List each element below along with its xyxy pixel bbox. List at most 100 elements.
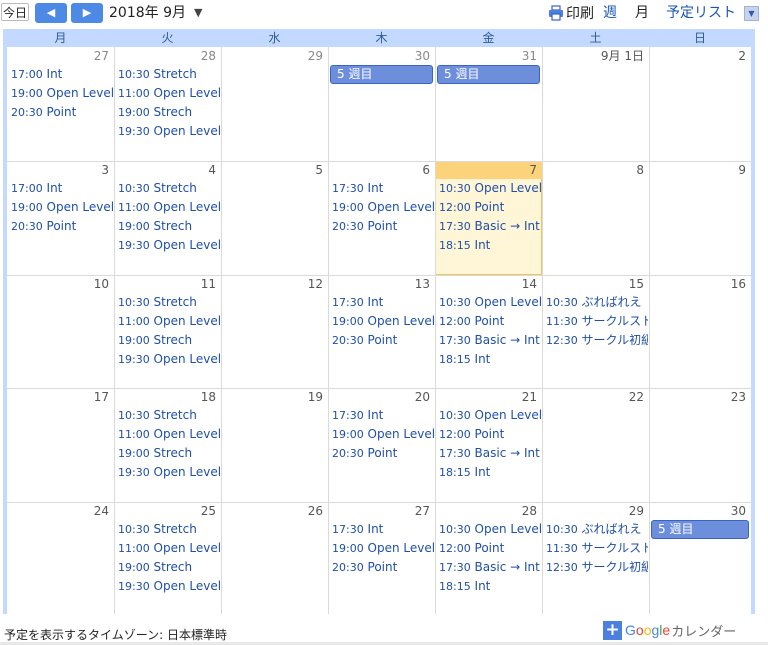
event-item[interactable]: 17:30 Int <box>332 179 434 198</box>
event-item[interactable]: 11:30 サークルスト <box>546 312 648 331</box>
day-number[interactable]: 28 <box>435 502 537 520</box>
day-number[interactable]: 12 <box>221 275 323 293</box>
day-number[interactable]: 14 <box>435 275 537 293</box>
event-item[interactable]: 19:00 Strech <box>118 103 220 122</box>
day-number[interactable]: 8 <box>542 161 644 179</box>
day-number[interactable]: 2 <box>649 47 746 65</box>
allday-event[interactable]: 5 週目 <box>437 65 540 84</box>
event-item[interactable]: 17:30 Basic → Int <box>439 558 541 577</box>
event-item[interactable]: 12:00 Point <box>439 312 541 331</box>
event-item[interactable]: 11:00 Open Level <box>118 312 220 331</box>
day-number[interactable]: 4 <box>114 161 216 179</box>
day-number[interactable]: 9月 1日 <box>542 47 644 65</box>
event-item[interactable]: 17:30 Int <box>332 293 434 312</box>
event-item[interactable]: 11:00 Open Level <box>118 198 220 217</box>
day-number[interactable]: 21 <box>435 388 537 406</box>
event-item[interactable]: 10:30 ぶればれえ <box>546 520 648 539</box>
event-item[interactable]: 20:30 Point <box>11 217 113 236</box>
event-item[interactable]: 19:00 Open Level <box>11 198 113 217</box>
day-number[interactable]: 29 <box>542 502 644 520</box>
event-item[interactable]: 10:30 Open Level <box>439 406 541 425</box>
event-item[interactable]: 19:00 Open Level <box>332 198 434 217</box>
event-item[interactable]: 19:00 Open Level <box>332 425 434 444</box>
event-item[interactable]: 20:30 Point <box>332 217 434 236</box>
day-number[interactable]: 26 <box>221 502 323 520</box>
day-number[interactable]: 16 <box>649 275 746 293</box>
today-button[interactable]: 今日 <box>1 3 29 21</box>
day-number[interactable]: 28 <box>114 47 216 65</box>
tab-agenda[interactable]: 予定リスト <box>666 2 736 24</box>
event-item[interactable]: 19:00 Strech <box>118 444 220 463</box>
event-item[interactable]: 10:30 Stretch <box>118 406 220 425</box>
event-item[interactable]: 19:00 Open Level <box>11 84 113 103</box>
tab-week[interactable]: 週 <box>603 2 617 24</box>
day-number[interactable]: 22 <box>542 388 644 406</box>
event-item[interactable]: 18:15 Int <box>439 577 541 596</box>
day-number[interactable]: 29 <box>221 47 323 65</box>
day-number[interactable]: 23 <box>649 388 746 406</box>
next-month-button[interactable]: ▶ <box>71 3 103 23</box>
event-item[interactable]: 10:30 Stretch <box>118 179 220 198</box>
day-number[interactable]: 30 <box>649 502 746 520</box>
day-number[interactable]: 11 <box>114 275 216 293</box>
event-item[interactable]: 12:30 サークル初級 <box>546 331 648 350</box>
event-item[interactable]: 10:30 Stretch <box>118 65 220 84</box>
event-item[interactable]: 18:15 Int <box>439 236 541 255</box>
event-item[interactable]: 10:30 Open Level <box>439 293 541 312</box>
event-item[interactable]: 19:00 Open Level <box>332 539 434 558</box>
day-number[interactable]: 13 <box>328 275 430 293</box>
event-item[interactable]: 19:00 Strech <box>118 558 220 577</box>
event-item[interactable]: 19:30 Open Level <box>118 577 220 596</box>
event-item[interactable]: 20:30 Point <box>332 444 434 463</box>
event-item[interactable]: 11:00 Open Level <box>118 425 220 444</box>
event-item[interactable]: 12:00 Point <box>439 539 541 558</box>
event-item[interactable]: 12:00 Point <box>439 425 541 444</box>
event-item[interactable]: 11:00 Open Level <box>118 84 220 103</box>
event-item[interactable]: 11:00 Open Level <box>118 539 220 558</box>
event-item[interactable]: 20:30 Point <box>332 331 434 350</box>
previous-month-button[interactable]: ◀ <box>35 3 67 23</box>
allday-event[interactable]: 5 週目 <box>330 65 433 84</box>
event-item[interactable]: 10:30 Stretch <box>118 520 220 539</box>
day-number[interactable]: 31 <box>435 47 537 65</box>
day-number[interactable]: 6 <box>328 161 430 179</box>
event-item[interactable]: 12:00 Point <box>439 198 541 217</box>
event-item[interactable]: 10:30 Stretch <box>118 293 220 312</box>
agenda-dropdown-icon[interactable]: ▼ <box>744 6 759 21</box>
day-number[interactable]: 24 <box>7 502 109 520</box>
event-item[interactable]: 10:30 Open Level <box>439 520 541 539</box>
event-item[interactable]: 20:30 Point <box>332 558 434 577</box>
event-item[interactable]: 12:30 サークル初級 <box>546 558 648 577</box>
day-number[interactable]: 10 <box>7 275 109 293</box>
event-item[interactable]: 18:15 Int <box>439 463 541 482</box>
tab-month[interactable]: 月 <box>635 2 649 24</box>
day-number[interactable]: 3 <box>7 161 109 179</box>
day-number[interactable]: 17 <box>7 388 109 406</box>
day-number[interactable]: 25 <box>114 502 216 520</box>
event-item[interactable]: 17:30 Int <box>332 520 434 539</box>
event-item[interactable]: 19:00 Strech <box>118 217 220 236</box>
day-number[interactable]: 18 <box>114 388 216 406</box>
event-item[interactable]: 19:30 Open Level <box>118 122 220 141</box>
day-number[interactable]: 9 <box>649 161 746 179</box>
event-item[interactable]: 10:30 Open Level <box>439 179 541 198</box>
event-item[interactable]: 19:30 Open Level <box>118 236 220 255</box>
event-item[interactable]: 19:00 Strech <box>118 331 220 350</box>
event-item[interactable]: 17:30 Int <box>332 406 434 425</box>
event-item[interactable]: 18:15 Int <box>439 350 541 369</box>
event-item[interactable]: 17:30 Basic → Int <box>439 444 541 463</box>
day-number[interactable]: 19 <box>221 388 323 406</box>
allday-event[interactable]: 5 週目 <box>651 520 749 539</box>
day-number[interactable]: 30 <box>328 47 430 65</box>
event-item[interactable]: 17:30 Basic → Int <box>439 217 541 236</box>
google-calendar-badge[interactable]: + Google カレンダー <box>603 619 736 641</box>
day-number[interactable]: 15 <box>542 275 644 293</box>
event-item[interactable]: 20:30 Point <box>11 103 113 122</box>
day-number[interactable]: 27 <box>7 47 109 65</box>
day-number[interactable]: 5 <box>221 161 323 179</box>
event-item[interactable]: 19:00 Open Level <box>332 312 434 331</box>
date-picker-caret-icon[interactable]: ▼ <box>194 3 202 23</box>
event-item[interactable]: 19:30 Open Level <box>118 463 220 482</box>
current-date-label[interactable]: 2018年 9月 <box>109 3 186 23</box>
day-number[interactable]: 20 <box>328 388 430 406</box>
